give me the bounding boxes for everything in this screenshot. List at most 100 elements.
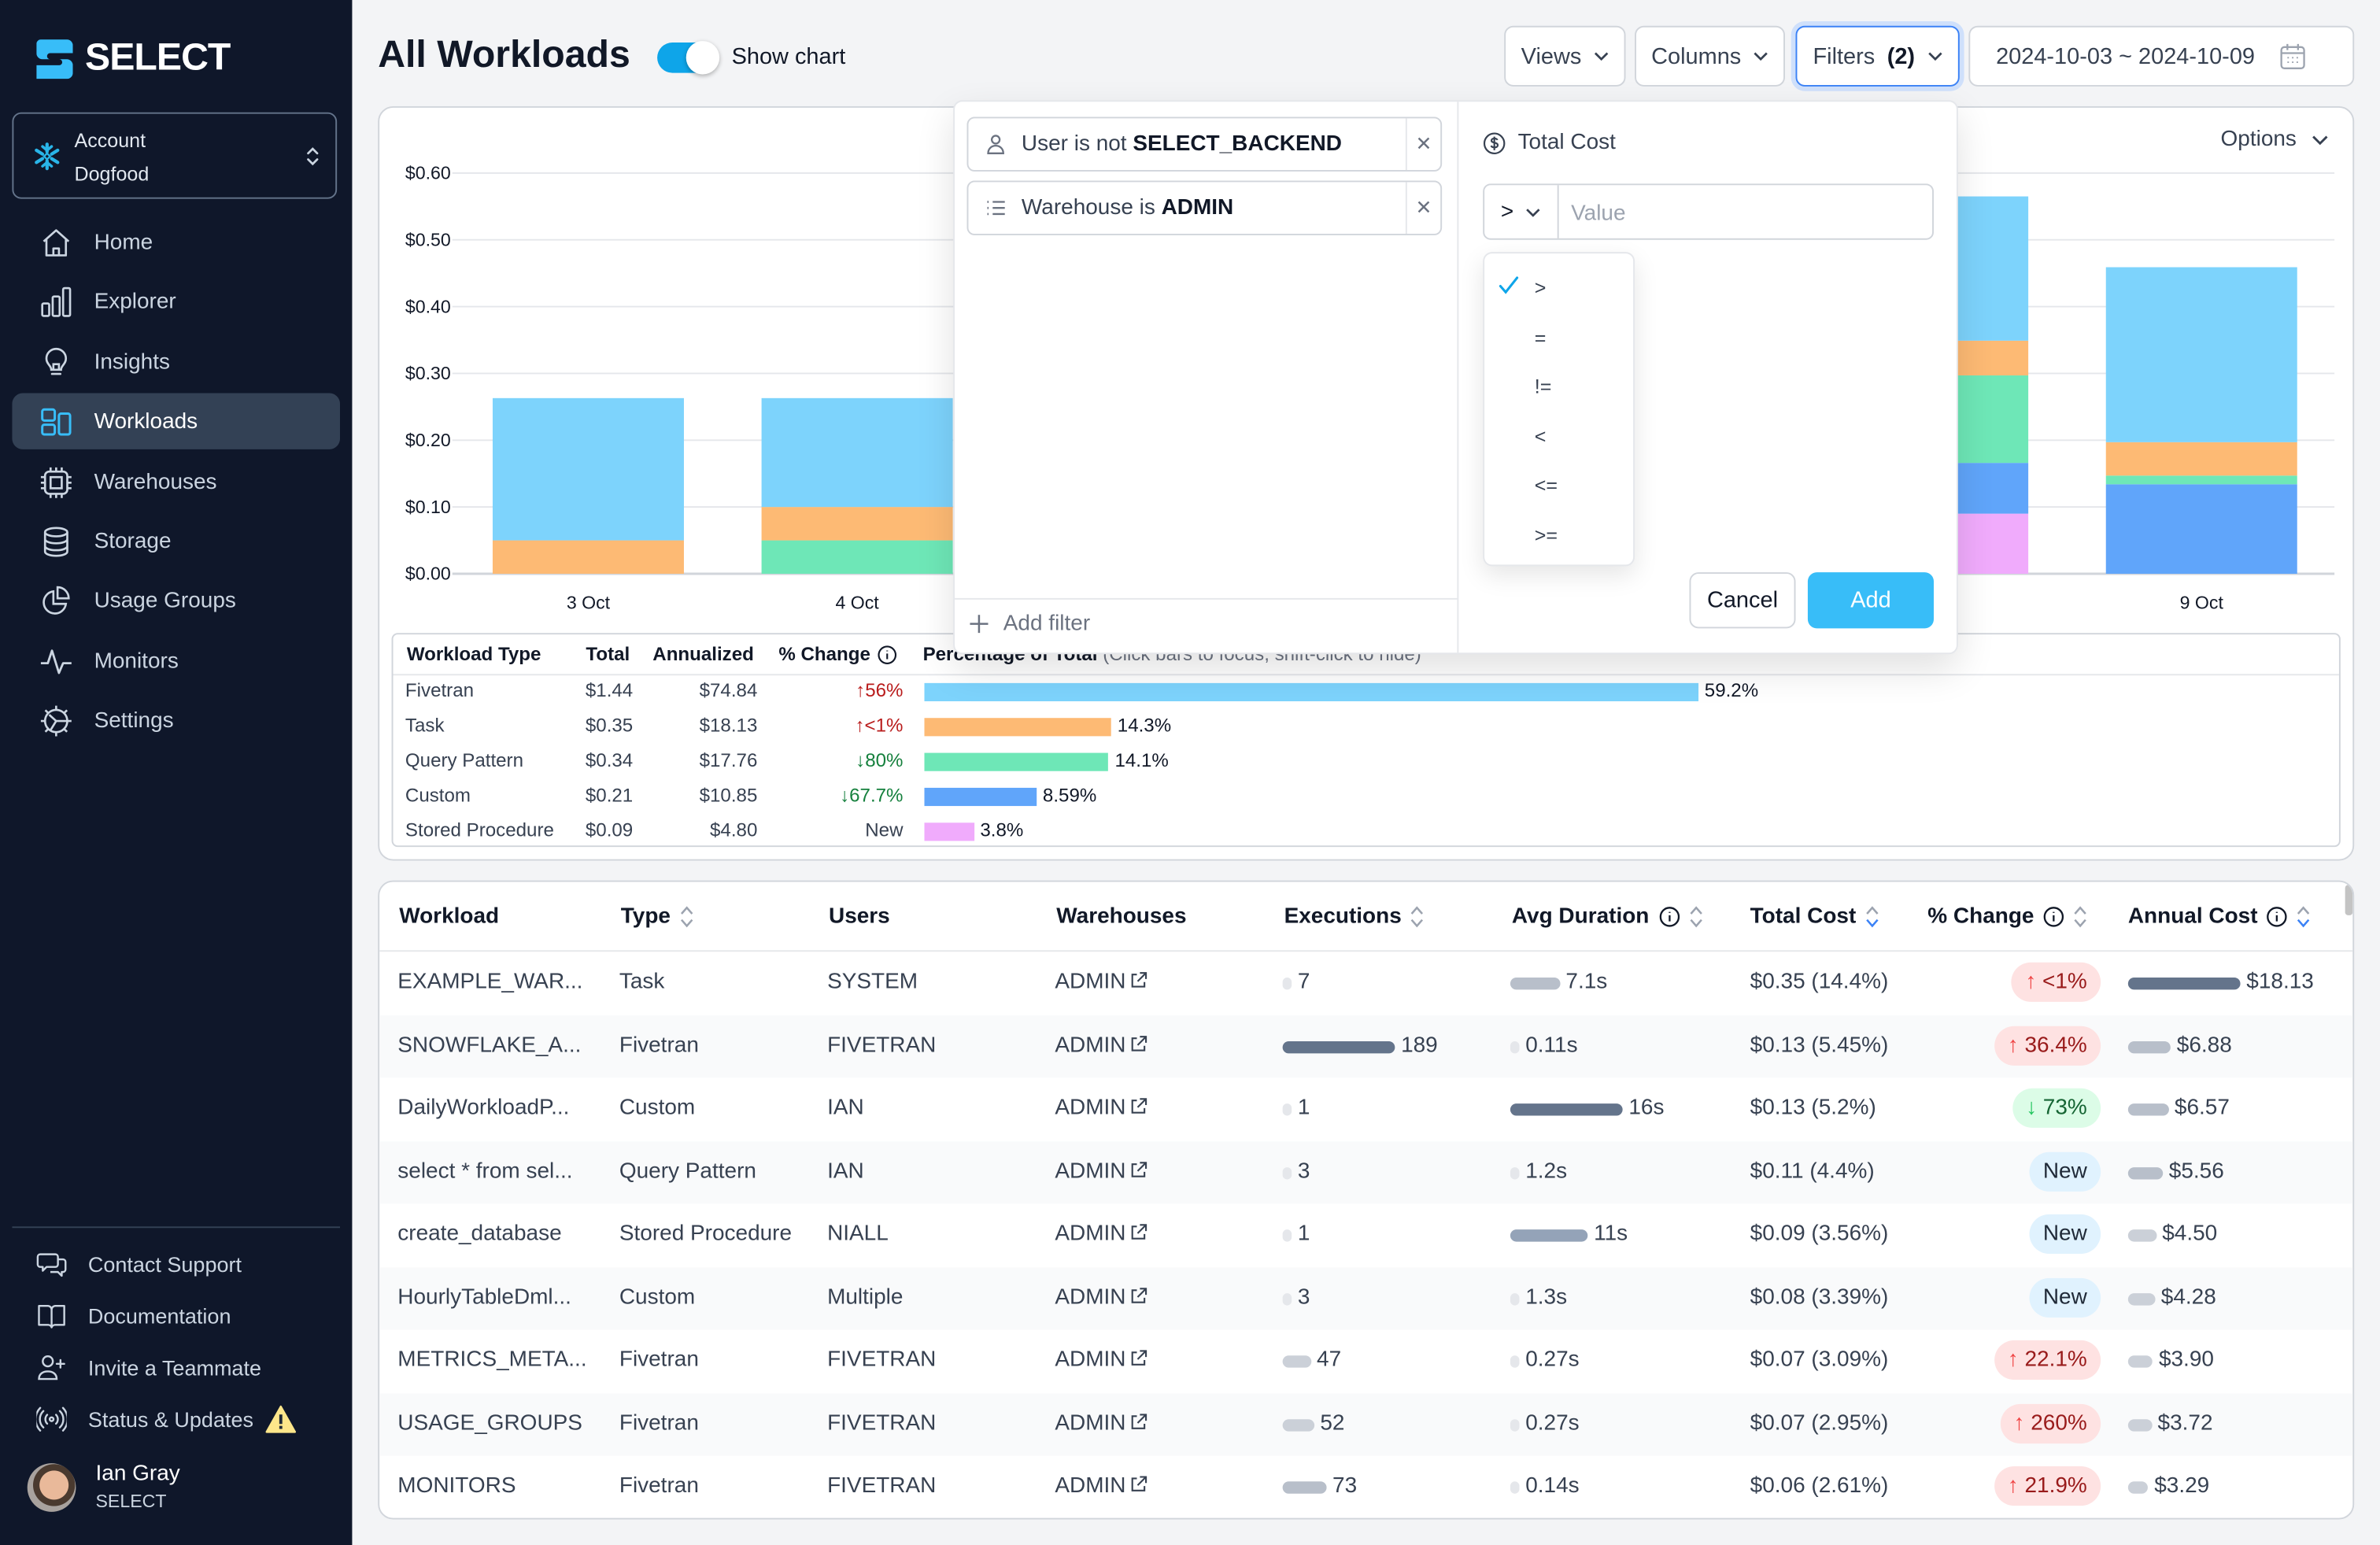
external-link-icon[interactable] — [1129, 1286, 1147, 1304]
views-button[interactable]: Views — [1504, 25, 1626, 87]
bar-segment-task[interactable] — [761, 507, 953, 541]
column-header-total-cost[interactable]: Total Cost — [1750, 904, 1879, 929]
operator-option[interactable]: <= — [1484, 460, 1633, 508]
workload-name[interactable]: USAGE_GROUPS — [397, 1411, 582, 1436]
sidebar-item-insights[interactable]: Insights — [12, 334, 340, 390]
table-row[interactable]: HourlyTableDml... Custom Multiple ADMIN 3 1.3… — [379, 1266, 2353, 1330]
status-updates-link[interactable]: Status & Updates — [36, 1404, 317, 1435]
table-row[interactable]: SNOWFLAKE_A... Fivetran FIVETRAN ADMIN 189 0.… — [379, 1015, 2353, 1078]
sidebar-item-explorer[interactable]: Explorer — [12, 273, 340, 329]
info-icon[interactable] — [1658, 906, 1680, 927]
external-link-icon[interactable] — [1129, 1223, 1147, 1241]
documentation-link[interactable]: Documentation — [36, 1301, 231, 1332]
warehouse-link[interactable]: ADMIN — [1055, 1159, 1147, 1183]
warehouse-link[interactable]: ADMIN — [1055, 1411, 1147, 1435]
workload-name[interactable]: HourlyTableDml... — [397, 1285, 571, 1310]
operator-option[interactable]: >= — [1484, 509, 1633, 558]
info-icon[interactable] — [2043, 906, 2064, 927]
legend-row[interactable]: Task $0.35 $18.13 ↑<1% 14.3% — [393, 715, 2338, 749]
info-icon[interactable] — [878, 645, 898, 664]
warehouse-link[interactable]: ADMIN — [1055, 1474, 1147, 1498]
bar-segment-task[interactable] — [492, 540, 684, 574]
column-header-executions[interactable]: Executions — [1284, 904, 1425, 929]
logo[interactable]: SELECT — [36, 36, 231, 80]
workload-name[interactable]: DailyWorkloadP... — [397, 1096, 569, 1120]
sidebar-item-monitors[interactable]: Monitors — [12, 633, 340, 689]
column-header-type[interactable]: Type — [621, 904, 693, 929]
legend-row[interactable]: Custom $0.21 $10.85 ↓67.7% 8.59% — [393, 785, 2338, 819]
external-link-icon[interactable] — [1129, 1349, 1147, 1367]
legend-row[interactable]: Query Pattern $0.34 $17.76 ↓80% 14.1% — [393, 750, 2338, 785]
legend-percent-bar[interactable] — [924, 787, 1037, 807]
bar-segment-custom[interactable] — [2105, 484, 2297, 574]
table-row[interactable]: DailyWorkloadP... Custom IAN ADMIN 1 16s $0.13… — [379, 1077, 2352, 1140]
column-header-change[interactable]: % Change — [1927, 904, 2087, 929]
warehouse-link[interactable]: ADMIN — [1055, 1096, 1147, 1120]
sidebar-item-usage-groups[interactable]: Usage Groups — [12, 572, 340, 628]
warehouse-link[interactable]: ADMIN — [1055, 970, 1147, 994]
external-link-icon[interactable] — [1129, 971, 1147, 989]
warehouse-link[interactable]: ADMIN — [1055, 1222, 1147, 1246]
cancel-button[interactable]: Cancel — [1689, 572, 1796, 629]
warehouse-link[interactable]: ADMIN — [1055, 1285, 1147, 1309]
filter-chip-user[interactable]: User is not SELECT_BACKEND ✕ — [966, 116, 1443, 172]
table-row[interactable]: USAGE_GROUPS Fivetran FIVETRAN ADMIN 52 0.27s… — [379, 1392, 2353, 1456]
info-icon[interactable] — [2267, 906, 2288, 927]
workload-name[interactable]: MONITORS — [397, 1474, 516, 1499]
warehouse-link[interactable]: ADMIN — [1055, 1348, 1147, 1372]
table-row[interactable]: METRICS_META... Fivetran FIVETRAN ADMIN 47 0.… — [379, 1329, 2352, 1392]
user-profile[interactable]: Ian Gray SELECT — [27, 1462, 180, 1512]
workload-name[interactable]: SNOWFLAKE_A... — [397, 1033, 581, 1057]
account-switcher[interactable]: Account Dogfood — [12, 112, 338, 199]
contact-support-link[interactable]: Contact Support — [36, 1249, 242, 1280]
sort-icon[interactable] — [680, 904, 693, 929]
sort-desc-icon[interactable] — [2297, 904, 2311, 929]
warehouse-link[interactable]: ADMIN — [1055, 1033, 1147, 1057]
bar-segment-query-pattern[interactable] — [2105, 475, 2297, 485]
legend-percent-bar[interactable] — [924, 822, 974, 841]
legend-percent-bar[interactable] — [924, 718, 1112, 737]
table-row[interactable]: MONITORS Fivetran FIVETRAN ADMIN 73 0.14s $0.0… — [379, 1455, 2352, 1517]
sidebar-item-workloads[interactable]: Workloads — [12, 393, 340, 449]
add-filter-button[interactable]: Add filter — [970, 612, 1090, 636]
workload-name[interactable]: EXAMPLE_WAR... — [397, 970, 582, 994]
sort-icon[interactable] — [2074, 904, 2087, 929]
table-row[interactable]: create_database Stored Procedure NIALL ADMI… — [379, 1203, 2352, 1266]
table-row[interactable]: EXAMPLE_WAR... Task SYSTEM ADMIN 7 7.1s $0.35 … — [379, 952, 2352, 1015]
sort-desc-icon[interactable] — [1865, 904, 1879, 929]
chart-options-button[interactable]: Options — [2221, 128, 2329, 152]
column-header-annual-cost[interactable]: Annual Cost — [2128, 904, 2311, 929]
sidebar-item-settings[interactable]: Settings — [12, 692, 340, 748]
sort-icon[interactable] — [1410, 904, 1424, 929]
operator-select[interactable]: > — [1484, 185, 1559, 238]
add-button[interactable]: Add — [1807, 572, 1934, 629]
column-header-avg-duration[interactable]: Avg Duration — [1512, 904, 1702, 929]
legend-row[interactable]: Stored Procedure $0.09 $4.80 New 3.8% — [393, 819, 2338, 854]
sidebar-item-storage[interactable]: Storage — [12, 513, 340, 569]
bar-segment-fivetran[interactable] — [761, 397, 953, 508]
bar-segment-query-pattern[interactable] — [761, 540, 953, 574]
legend-percent-bar[interactable] — [924, 682, 1699, 701]
operator-option[interactable]: != — [1484, 361, 1633, 410]
bar-segment-task[interactable] — [2105, 442, 2297, 476]
operator-option[interactable]: = — [1484, 312, 1633, 360]
remove-filter-button[interactable]: ✕ — [1405, 182, 1440, 234]
columns-button[interactable]: Columns — [1635, 25, 1785, 87]
filters-button[interactable]: Filters (2) — [1795, 25, 1960, 87]
bar-segment-fivetran[interactable] — [2105, 267, 2297, 442]
invite-teammate-link[interactable]: Invite a Teammate — [36, 1352, 261, 1383]
workload-name[interactable]: METRICS_META... — [397, 1348, 586, 1373]
scrollbar[interactable] — [2345, 885, 2353, 915]
legend-percent-bar[interactable] — [924, 752, 1109, 771]
bar-segment-fivetran[interactable] — [492, 397, 684, 541]
filter-chip-warehouse[interactable]: Warehouse is ADMIN ✕ — [966, 180, 1443, 235]
operator-option[interactable]: > — [1484, 263, 1633, 312]
external-link-icon[interactable] — [1129, 1034, 1147, 1052]
external-link-icon[interactable] — [1129, 1476, 1147, 1494]
value-input[interactable] — [1558, 185, 1945, 242]
legend-row[interactable]: Fivetran $1.44 $74.84 ↑56% 59.2% — [393, 680, 2338, 715]
external-link-icon[interactable] — [1129, 1160, 1147, 1178]
external-link-icon[interactable] — [1129, 1413, 1147, 1431]
remove-filter-button[interactable]: ✕ — [1405, 118, 1440, 170]
workload-name[interactable]: create_database — [397, 1222, 561, 1246]
